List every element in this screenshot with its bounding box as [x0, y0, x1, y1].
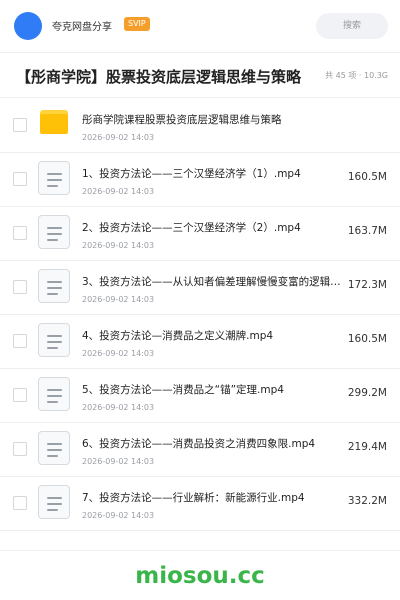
- footer-divider: [0, 550, 400, 551]
- svip-badge: SVIP: [124, 17, 150, 31]
- file-name: 彤商学院课程股票投资底层逻辑思维与策略: [82, 114, 282, 126]
- file-size: 299.2M: [347, 387, 387, 399]
- list-item[interactable]: 5、投资方法论——消费品之“锚”定理.mp4 2026-09-02 14:03 …: [0, 368, 400, 423]
- file-size: 219.4M: [347, 441, 387, 453]
- file-date: 2026-09-02 14:03: [82, 403, 155, 412]
- file-name: 3、投资方法论——从认知者偏差理解慢慢变富的逻辑…: [82, 276, 341, 288]
- file-size: 160.5M: [347, 333, 387, 345]
- document-icon: [38, 485, 70, 519]
- file-date: 2026-09-02 14:03: [82, 187, 155, 196]
- file-date: 2026-09-02 14:03: [82, 133, 155, 142]
- row-checkbox[interactable]: [13, 388, 27, 402]
- page-title: 【彤商学院】股票投资底层逻辑思维与策略: [16, 68, 302, 86]
- row-checkbox[interactable]: [13, 280, 27, 294]
- file-name: 6、投资方法论——消费品投资之消费四象限.mp4: [82, 438, 316, 450]
- row-checkbox[interactable]: [13, 496, 27, 510]
- list-item[interactable]: 1、投资方法论——三个汉堡经济学（1）.mp4 2026-09-02 14:03…: [0, 152, 400, 207]
- document-icon: [38, 215, 70, 249]
- file-name: 1、投资方法论——三个汉堡经济学（1）.mp4: [82, 168, 301, 180]
- document-icon: [38, 323, 70, 357]
- file-date: 2026-09-02 14:03: [82, 295, 155, 304]
- document-icon: [38, 431, 70, 465]
- file-name: 7、投资方法论——行业解析：新能源行业.mp4: [82, 492, 305, 504]
- list-item-folder[interactable]: 彤商学院课程股票投资底层逻辑思维与策略 2026-09-02 14:03: [0, 98, 400, 153]
- file-size: 160.5M: [347, 171, 387, 183]
- document-icon: [38, 269, 70, 303]
- brand-name: 夸克网盘分享: [52, 22, 112, 33]
- file-name: 5、投资方法论——消费品之“锚”定理.mp4: [82, 384, 284, 396]
- document-icon: [38, 161, 70, 195]
- list-item[interactable]: 7、投资方法论——行业解析：新能源行业.mp4 2026-09-02 14:03…: [0, 476, 400, 531]
- share-title-row: 【彤商学院】股票投资底层逻辑思维与策略 共 45 项 · 10.3G: [0, 53, 400, 98]
- row-checkbox[interactable]: [13, 442, 27, 456]
- row-checkbox[interactable]: [13, 226, 27, 240]
- row-checkbox[interactable]: [13, 334, 27, 348]
- list-item[interactable]: 4、投资方法论—消费品之定义潮牌.mp4 2026-09-02 14:03 16…: [0, 314, 400, 369]
- file-size: 163.7M: [347, 225, 387, 237]
- share-meta: 共 45 项 · 10.3G: [325, 71, 388, 80]
- file-date: 2026-09-02 14:03: [82, 457, 155, 466]
- top-bar: 夸克网盘分享 SVIP 搜索: [0, 0, 400, 52]
- file-size: 332.2M: [347, 495, 387, 507]
- list-item[interactable]: 3、投资方法论——从认知者偏差理解慢慢变富的逻辑… 2026-09-02 14:…: [0, 260, 400, 315]
- list-item[interactable]: 6、投资方法论——消费品投资之消费四象限.mp4 2026-09-02 14:0…: [0, 422, 400, 477]
- file-date: 2026-09-02 14:03: [82, 349, 155, 358]
- search-input[interactable]: 搜索: [316, 13, 388, 39]
- watermark: miosou.cc: [135, 563, 265, 589]
- row-checkbox[interactable]: [13, 118, 27, 132]
- file-date: 2026-09-02 14:03: [82, 241, 155, 250]
- file-date: 2026-09-02 14:03: [82, 511, 155, 520]
- row-checkbox[interactable]: [13, 172, 27, 186]
- folder-icon: [40, 110, 68, 134]
- avatar[interactable]: [14, 12, 42, 40]
- file-size: 172.3M: [347, 279, 387, 291]
- file-name: 2、投资方法论——三个汉堡经济学（2）.mp4: [82, 222, 301, 234]
- file-name: 4、投资方法论—消费品之定义潮牌.mp4: [82, 330, 274, 342]
- list-item[interactable]: 2、投资方法论——三个汉堡经济学（2）.mp4 2026-09-02 14:03…: [0, 206, 400, 261]
- document-icon: [38, 377, 70, 411]
